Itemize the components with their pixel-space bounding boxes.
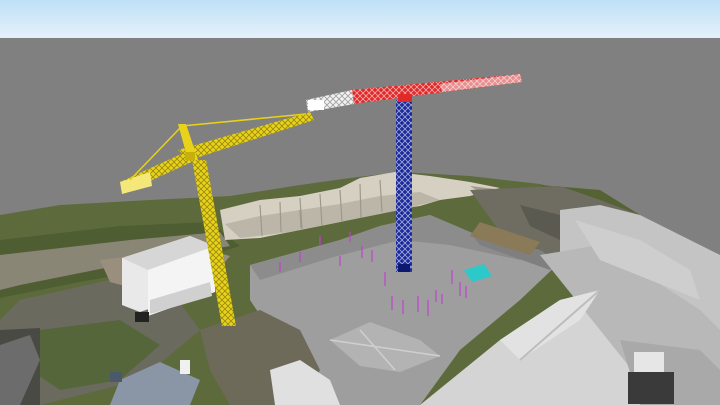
scene-canvas[interactable] [0,0,720,405]
3d-viewport[interactable] [0,0,720,405]
sky-band [0,0,720,38]
